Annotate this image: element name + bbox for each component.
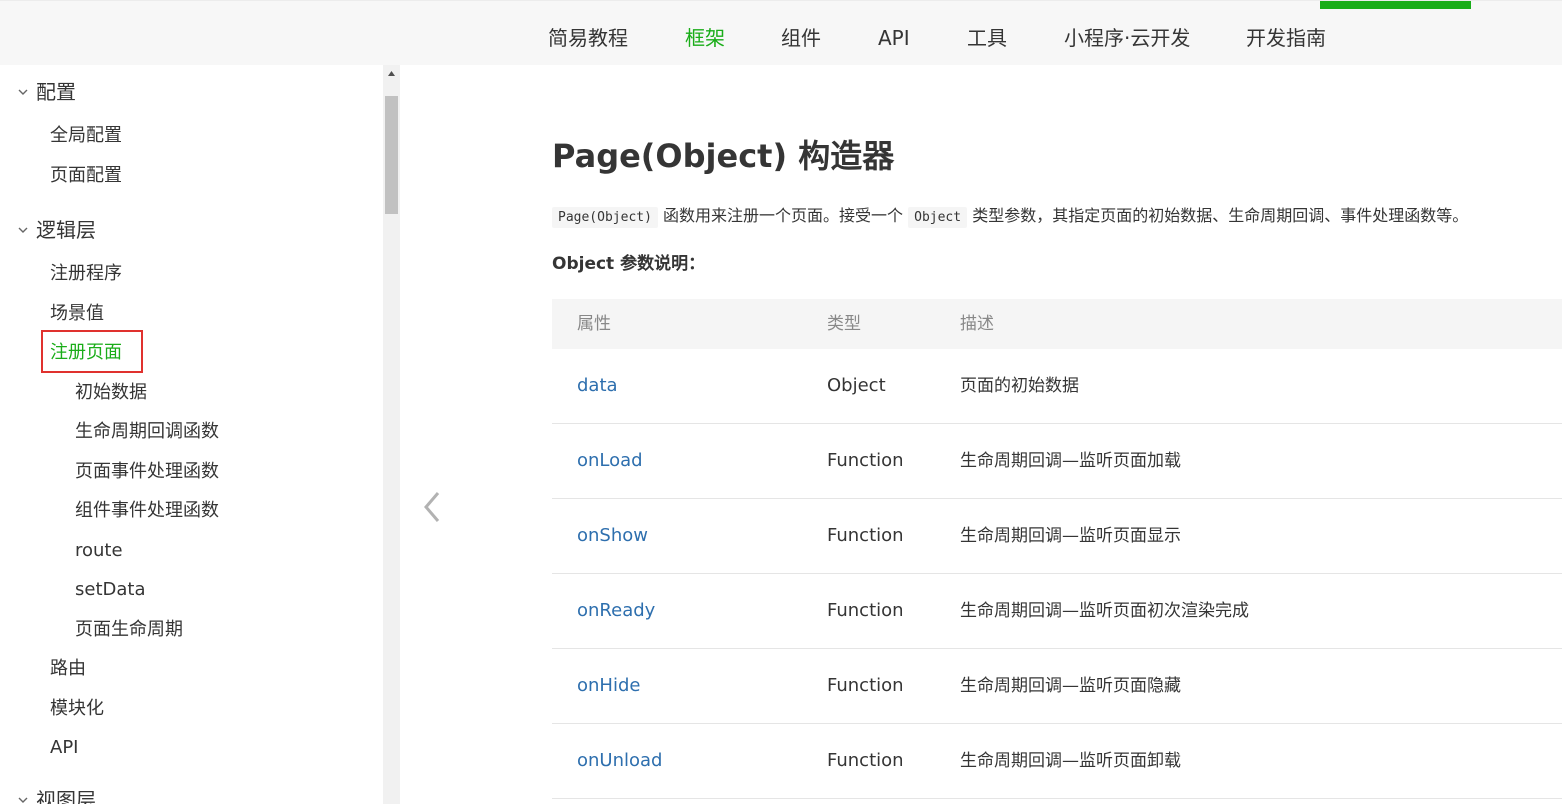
- sidebar-item-route[interactable]: route: [75, 538, 123, 564]
- description-cell: 生命周期回调—监听页面加载: [960, 451, 1181, 471]
- sidebar-scrollbar[interactable]: [383, 65, 400, 804]
- sidebar-item-component-event-handlers[interactable]: 组件事件处理函数: [75, 498, 219, 524]
- sidebar-item-modules[interactable]: 模块化: [50, 696, 104, 722]
- column-header-property: 属性: [577, 314, 611, 334]
- description-cell: 生命周期回调—监听页面初次渲染完成: [960, 601, 1249, 621]
- params-table: 属性 类型 描述 data Object 页面的初始数据 onLoad Func…: [552, 299, 1562, 799]
- table-header: 属性 类型 描述: [552, 299, 1562, 349]
- sidebar-item-register-page[interactable]: 注册页面: [50, 340, 122, 366]
- chevron-left-icon[interactable]: [422, 490, 442, 524]
- table-row: onLoad Function 生命周期回调—监听页面加载: [552, 424, 1562, 499]
- nav-item-cloud[interactable]: 小程序·云开发: [1064, 23, 1190, 53]
- property-link[interactable]: onShow: [577, 522, 648, 550]
- description-cell: 页面的初始数据: [960, 376, 1079, 396]
- sidebar-item-register-app[interactable]: 注册程序: [50, 261, 122, 287]
- property-link[interactable]: data: [577, 372, 618, 400]
- description-text: 函数用来注册一个页面。接受一个: [663, 206, 904, 225]
- sidebar-group-config[interactable]: 配置: [36, 79, 76, 105]
- sidebar-item-routing[interactable]: 路由: [50, 656, 86, 682]
- section-title: Object 参数说明：: [552, 254, 706, 274]
- chevron-down-icon[interactable]: [18, 795, 28, 804]
- description-text: 类型参数，其指定页面的初始数据、生命周期回调、事件处理函数等。: [972, 206, 1469, 225]
- property-link[interactable]: onReady: [577, 597, 655, 625]
- property-link[interactable]: onUnload: [577, 747, 662, 775]
- inline-code: Object: [908, 207, 968, 228]
- sidebar-item-scene[interactable]: 场景值: [50, 301, 104, 327]
- sidebar-item-page-config[interactable]: 页面配置: [50, 163, 122, 189]
- type-cell: Function: [827, 750, 904, 771]
- description-cell: 生命周期回调—监听页面隐藏: [960, 676, 1181, 696]
- page-description: Page(Object) 函数用来注册一个页面。接受一个 Object 类型参数…: [552, 203, 1468, 229]
- table-row: onUnload Function 生命周期回调—监听页面卸载: [552, 724, 1562, 799]
- sidebar-item-global-config[interactable]: 全局配置: [50, 123, 122, 149]
- table-row: onHide Function 生命周期回调—监听页面隐藏: [552, 649, 1562, 724]
- sidebar-group-logic[interactable]: 逻辑层: [36, 217, 96, 243]
- chevron-down-icon[interactable]: [18, 225, 28, 235]
- sidebar-item-page-event-handlers[interactable]: 页面事件处理函数: [75, 459, 219, 485]
- sidebar: 配置 全局配置 页面配置 逻辑层 注册程序 场景值 注册页面 初始数据 生命周期…: [0, 65, 383, 804]
- top-nav: 简易教程 框架 组件 API 工具 小程序·云开发 开发指南: [0, 0, 1562, 65]
- table-row: onReady Function 生命周期回调—监听页面初次渲染完成: [552, 574, 1562, 649]
- nav-item-tutorial[interactable]: 简易教程: [548, 23, 628, 53]
- type-cell: Object: [827, 375, 886, 396]
- page-title: Page(Object) 构造器: [552, 137, 895, 175]
- sidebar-item-page-lifecycle[interactable]: 页面生命周期: [75, 617, 183, 643]
- column-header-description: 描述: [960, 314, 994, 334]
- nav-item-components[interactable]: 组件: [781, 23, 821, 53]
- type-cell: Function: [827, 525, 904, 546]
- type-cell: Function: [827, 450, 904, 471]
- type-cell: Function: [827, 675, 904, 696]
- sidebar-item-setdata[interactable]: setData: [75, 577, 146, 603]
- nav-item-tools[interactable]: 工具: [967, 23, 1007, 53]
- table-row: data Object 页面的初始数据: [552, 349, 1562, 424]
- description-cell: 生命周期回调—监听页面显示: [960, 526, 1181, 546]
- sidebar-item-initial-data[interactable]: 初始数据: [75, 380, 147, 406]
- sidebar-item-api[interactable]: API: [50, 735, 78, 761]
- scroll-up-icon[interactable]: [383, 65, 400, 82]
- nav-item-guide[interactable]: 开发指南: [1246, 23, 1326, 53]
- main-content: Page(Object) 构造器 Page(Object) 函数用来注册一个页面…: [400, 65, 1562, 804]
- description-cell: 生命周期回调—监听页面卸载: [960, 751, 1181, 771]
- nav-item-api[interactable]: API: [878, 23, 910, 53]
- scrollbar-thumb[interactable]: [385, 96, 398, 214]
- nav-item-framework[interactable]: 框架: [685, 23, 725, 53]
- type-cell: Function: [827, 600, 904, 621]
- chevron-down-icon[interactable]: [18, 87, 28, 97]
- column-header-type: 类型: [827, 314, 861, 334]
- property-link[interactable]: onLoad: [577, 447, 643, 475]
- property-link[interactable]: onHide: [577, 672, 640, 700]
- inline-code: Page(Object): [552, 207, 658, 228]
- active-tab-indicator: [1320, 1, 1471, 9]
- sidebar-item-lifecycle-callbacks[interactable]: 生命周期回调函数: [75, 419, 219, 445]
- table-row: onShow Function 生命周期回调—监听页面显示: [552, 499, 1562, 574]
- sidebar-group-view[interactable]: 视图层: [36, 787, 96, 804]
